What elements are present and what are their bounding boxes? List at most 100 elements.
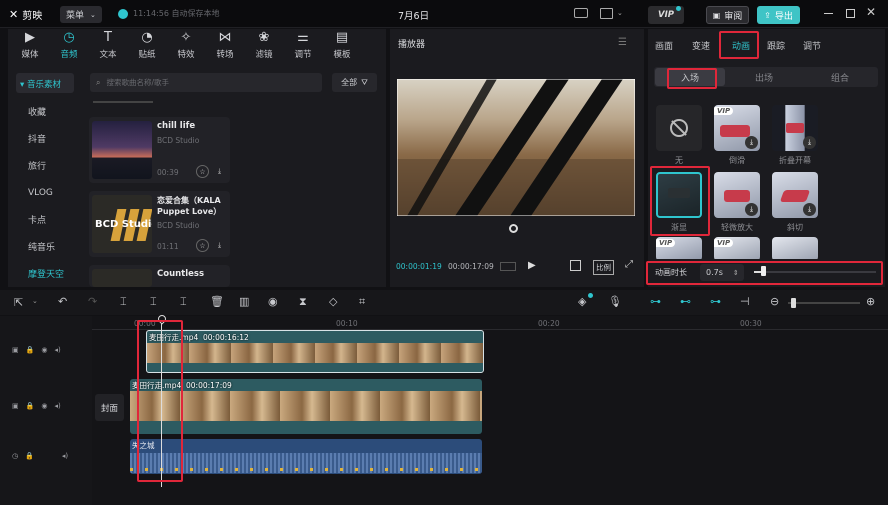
video-preview[interactable] [397, 79, 635, 216]
sidebar-item-beat[interactable]: 卡点 [8, 206, 80, 233]
filter-button[interactable]: 全部 ⛛ [332, 73, 377, 92]
menu-button[interactable]: 菜单 ⌄ [60, 6, 102, 23]
search-input[interactable]: ⌕ 搜索歌曲名称/歌手 [90, 73, 322, 92]
freeze-icon[interactable]: ▥ [239, 295, 249, 308]
crop-icon[interactable]: ⌗ [359, 295, 365, 309]
download-icon[interactable]: ⤓ [803, 136, 816, 149]
subtab-in[interactable]: 入场 [655, 68, 725, 86]
track-video-icon[interactable]: ▣ [12, 346, 19, 354]
microphone-icon[interactable]: 🎙 [608, 295, 622, 308]
volume-icon[interactable]: ◂) [62, 452, 68, 460]
expand-icon[interactable]: ⤢ [625, 259, 633, 270]
overlay-video-clip[interactable]: 麦田行走.mp4 00:00:16:12 [146, 330, 484, 373]
eye-icon[interactable]: ◉ [41, 346, 47, 354]
download-icon[interactable]: ⤓ [745, 203, 758, 216]
subtab-combo[interactable]: 组合 [803, 68, 877, 86]
anim-more-3[interactable] [772, 237, 818, 261]
sidebar-item-favorites[interactable]: 收藏 [8, 98, 80, 125]
music-card-chill-life[interactable]: chill life BCD Studio 00:39 ☆ ⤓ [89, 117, 230, 183]
volume-icon[interactable]: ◂) [54, 402, 60, 410]
fullscreen-crop-icon[interactable] [570, 260, 581, 271]
mirror-icon[interactable]: ⧗ [299, 295, 307, 309]
anim-skew-cut[interactable]: ⤓ [772, 172, 818, 218]
close-icon[interactable]: ✕ [866, 5, 876, 19]
play-icon[interactable]: ▶ [528, 260, 536, 271]
undo-icon[interactable]: ↶ [58, 295, 67, 308]
zoom-in-icon[interactable]: ⊕ [866, 295, 875, 308]
tab-adjust[interactable]: ⚌ 调节 [285, 31, 321, 65]
lock-icon[interactable]: 🔒 [26, 346, 35, 354]
track-video-icon[interactable]: ▣ [12, 402, 19, 410]
rotate-icon[interactable]: ◇ [329, 295, 337, 308]
slider-knob[interactable] [760, 266, 766, 276]
tab-adjust[interactable]: 调节 [792, 34, 832, 56]
sidebar-item-modern-sky[interactable]: 摩登天空 [8, 260, 80, 287]
eye-icon[interactable]: ◉ [41, 402, 47, 410]
keyframe-icon[interactable]: ◈ [578, 295, 586, 308]
tab-tracking[interactable]: 跟踪 [760, 34, 792, 56]
select-cursor-icon[interactable]: ⇱ [14, 296, 23, 309]
tab-picture[interactable]: 画面 [648, 34, 680, 56]
volume-icon[interactable]: ◂) [54, 346, 60, 354]
sidebar-item-vlog[interactable]: VLOG [8, 179, 80, 206]
review-button[interactable]: ▣ 审阅 [706, 6, 749, 24]
preview-axis-icon[interactable]: ⊣ [740, 295, 750, 308]
split-icon[interactable]: ⌶ [120, 295, 127, 309]
anim-slight-zoom[interactable]: ⤓ [714, 172, 760, 218]
duration-slider[interactable] [754, 266, 876, 276]
audio-track-icon[interactable]: ◷ [12, 452, 18, 460]
zoom-knob[interactable] [791, 298, 796, 308]
minimize-icon[interactable] [824, 13, 833, 14]
anim-none[interactable] [656, 105, 702, 151]
sidebar-item-music[interactable]: ▾ 音乐素材 [20, 78, 61, 90]
layout-icon[interactable] [600, 8, 613, 19]
lock-icon[interactable]: 🔒 [26, 402, 35, 410]
zoom-out-icon[interactable]: ⊖ [770, 295, 779, 308]
music-card-countless[interactable]: Countless [89, 265, 230, 287]
anim-fade-in[interactable] [656, 172, 702, 218]
tab-filter[interactable]: ❀ 滤镜 [246, 31, 282, 65]
redo-icon[interactable]: ↷ [88, 295, 97, 308]
magnet-icon[interactable]: ⊷ [680, 295, 691, 308]
cover-button[interactable]: 封面 [95, 394, 124, 421]
subtab-out[interactable]: 出场 [725, 68, 803, 86]
tab-template[interactable]: ▤ 模板 [324, 31, 360, 65]
favorite-icon[interactable]: ☆ [196, 239, 209, 252]
anim-more-2[interactable]: VIP [714, 237, 760, 261]
download-icon[interactable]: ⤓ [213, 165, 226, 178]
tab-animation[interactable]: 动画 [722, 34, 760, 56]
anim-slide-back[interactable]: VIP ⤓ [714, 105, 760, 151]
keyboard-icon[interactable] [574, 8, 588, 18]
tab-audio[interactable]: ◷ 音频 [51, 31, 87, 65]
main-video-clip[interactable]: 麦田行走.mp4 00:00:17:09 [130, 379, 482, 434]
tab-transition[interactable]: ⋈ 转场 [207, 31, 243, 65]
audio-clip[interactable]: 失之城 [130, 439, 482, 474]
music-card-puppet-love[interactable]: BCD Studio 恋爱合集（KALA Puppet Love） BCD St… [89, 191, 230, 257]
download-icon[interactable]: ⤓ [803, 203, 816, 216]
export-button[interactable]: ⇪ 导出 [757, 6, 800, 24]
sidebar-item-pure-music[interactable]: 纯音乐 [8, 233, 80, 260]
sidebar-item-douyin[interactable]: 抖音 [8, 125, 80, 152]
lock-icon[interactable]: 🔒 [25, 452, 34, 460]
tab-text[interactable]: T 文本 [90, 31, 126, 65]
menu-icon[interactable]: ☰ [618, 37, 627, 48]
chevron-down-icon[interactable]: ⌄ [617, 9, 623, 17]
favorite-icon[interactable]: ☆ [196, 165, 209, 178]
delete-icon[interactable]: 🗑 [210, 295, 224, 308]
maximize-icon[interactable] [846, 9, 855, 18]
playhead[interactable] [161, 317, 162, 487]
tab-media[interactable]: ▶ 媒体 [12, 31, 48, 65]
chevron-down-icon[interactable]: ⌄ [32, 297, 38, 305]
duration-input[interactable]: 0.7s ⇕ [700, 264, 744, 281]
reverse-icon[interactable]: ◉ [268, 295, 278, 308]
link-main-icon[interactable]: ⊶ [650, 295, 661, 308]
download-icon[interactable]: ⤓ [745, 136, 758, 149]
tab-effects[interactable]: ✧ 特效 [168, 31, 204, 65]
rotate-handle-icon[interactable] [509, 224, 518, 233]
split-left-icon[interactable]: ⌶ [150, 295, 157, 309]
stepper-icon[interactable]: ⇕ [733, 269, 739, 277]
sidebar-item-travel[interactable]: 旅行 [8, 152, 80, 179]
tab-sticker[interactable]: ◔ 贴纸 [129, 31, 165, 65]
linkage-icon[interactable]: ⊶ [710, 295, 721, 308]
download-icon[interactable]: ⤓ [213, 239, 226, 252]
